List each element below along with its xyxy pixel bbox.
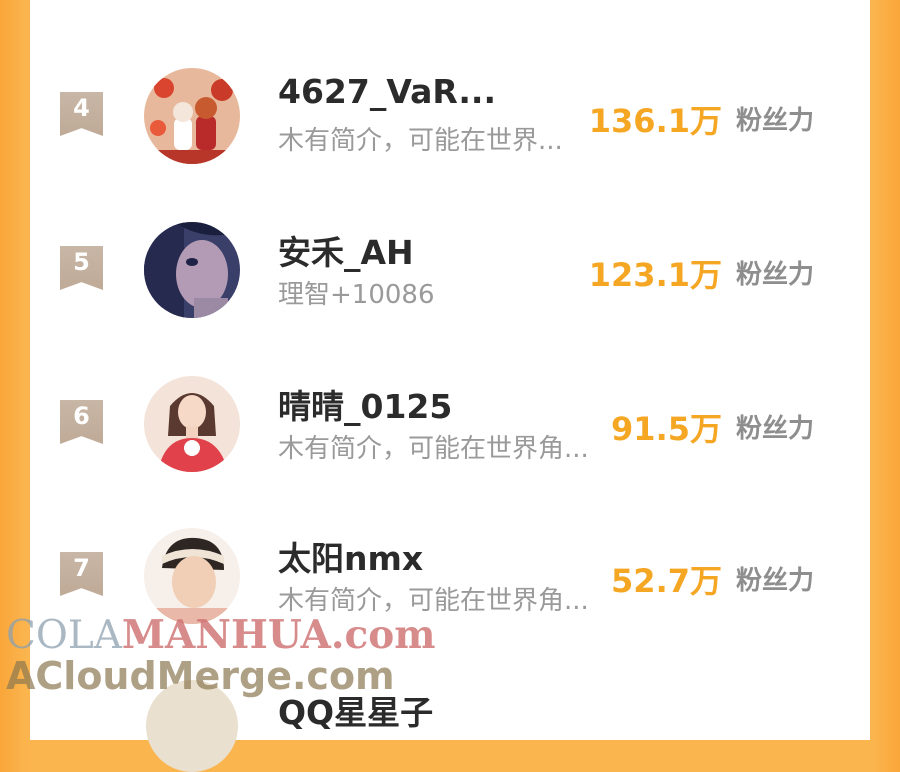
fans-count: 52.7万: [611, 562, 722, 600]
user-bio: 理智+10086: [278, 280, 435, 310]
rank-number: 4: [73, 94, 90, 122]
fans-label: 粉丝力: [736, 106, 815, 136]
watermark-line-2: ACloudMerge.com: [6, 654, 395, 698]
user-bio: 木有简介，可能在世界...: [278, 126, 563, 156]
fans-count: 123.1万: [588, 256, 722, 294]
user-name[interactable]: 晴晴_0125: [278, 380, 452, 428]
user-name[interactable]: 4627_VaR...: [278, 72, 496, 111]
rank-badge: 4: [60, 92, 103, 136]
rank-badge: 7: [60, 552, 103, 596]
ranking-row[interactable]: 6 晴晴_0125 木有简介，可能在世界角... 91.5万 粉丝力: [0, 372, 900, 472]
rank-number: 6: [73, 402, 90, 430]
rank-number: 7: [73, 554, 90, 582]
rank-badge: 5: [60, 246, 103, 290]
ranking-row[interactable]: 7 太阳nmx 木有简介，可能在世界角... 52.7万 粉丝力: [0, 524, 900, 624]
fans-count: 136.1万: [588, 102, 722, 140]
rank-number: 5: [73, 248, 90, 276]
ranking-row[interactable]: 4 4627_VaR... 木有简介，可能在世界... 136.1万 粉丝力: [0, 64, 900, 164]
user-bio: 木有简介，可能在世界角...: [278, 434, 589, 464]
user-name[interactable]: 安禾_AH: [278, 226, 414, 274]
fans-label: 粉丝力: [736, 414, 815, 444]
fans-count: 91.5万: [611, 410, 722, 448]
fans-label: 粉丝力: [736, 260, 815, 290]
avatar[interactable]: [144, 528, 240, 624]
watermark-part-b: MANHUA.com: [121, 612, 436, 658]
avatar[interactable]: [144, 376, 240, 472]
ranking-row[interactable]: 5 安禾_AH 理智+10086 123.1万 粉丝力: [0, 218, 900, 318]
rank-badge: 6: [60, 400, 103, 444]
user-name[interactable]: 太阳nmx: [278, 532, 423, 580]
avatar[interactable]: [144, 68, 240, 164]
fans-label: 粉丝力: [736, 566, 815, 596]
watermark-part-a: COLA: [6, 613, 122, 658]
watermark-line-1: COLAMANHUA.com: [6, 612, 436, 658]
avatar[interactable]: [144, 222, 240, 318]
